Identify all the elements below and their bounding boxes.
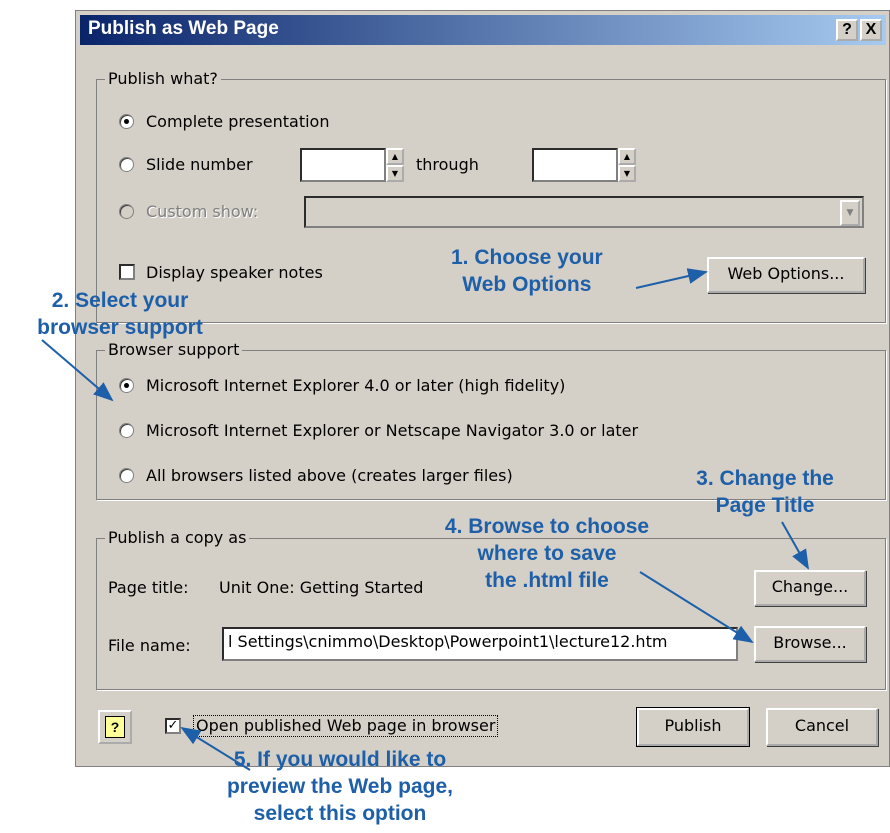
arrow-step4 (639, 571, 754, 644)
arrow-step2 (41, 339, 114, 402)
arrow-step3 (781, 521, 809, 570)
arrow-step1 (635, 268, 708, 289)
annotation-arrows (41, 268, 809, 771)
arrow-step5 (180, 726, 251, 771)
